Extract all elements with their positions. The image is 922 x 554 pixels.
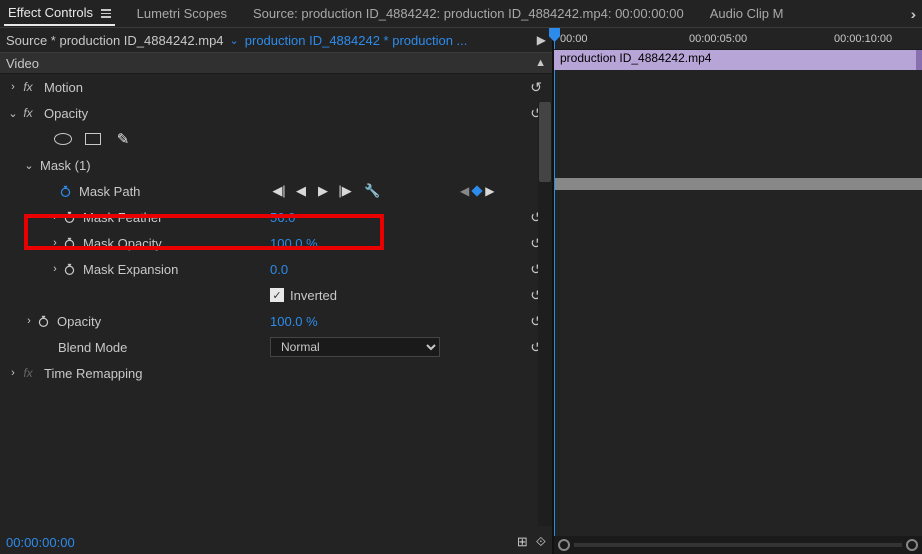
property-list: fx Motion ↺ fx Opacity ↺ ✎ Mask (1) xyxy=(0,74,552,554)
playhead-line xyxy=(554,70,555,536)
source-sequence-bar: Source * production ID_4884242.mp4 ⌄ pro… xyxy=(0,28,552,52)
source-label: Source * production ID_4884242.mp4 xyxy=(6,33,224,48)
property-label: Mask Feather xyxy=(83,210,162,225)
stopwatch-icon[interactable] xyxy=(58,184,73,199)
property-row-mask-expansion: Mask Expansion 0.0 ↺ xyxy=(0,256,552,282)
clip-name: production ID_4884242.mp4 xyxy=(560,51,711,65)
mask-label: Mask (1) xyxy=(40,158,91,173)
effect-row-opacity[interactable]: fx Opacity ↺ xyxy=(0,100,552,126)
zoom-fit-icon[interactable]: ⊞ xyxy=(517,534,528,550)
property-row-mask-feather: Mask Feather 56.0 ↺ xyxy=(0,204,552,230)
property-value[interactable]: 56.0 xyxy=(270,210,295,225)
property-label: Blend Mode xyxy=(58,340,127,355)
fx-badge-icon[interactable]: fx xyxy=(20,80,36,94)
fx-badge-icon[interactable]: fx xyxy=(20,366,36,380)
mask-group-row[interactable]: Mask (1) xyxy=(0,152,552,178)
effect-row-motion[interactable]: fx Motion ↺ xyxy=(0,74,552,100)
playhead[interactable] xyxy=(554,28,555,49)
effect-controls-panel: Source * production ID_4884242.mp4 ⌄ pro… xyxy=(0,28,552,554)
section-title: Video xyxy=(6,56,39,71)
twisty-icon[interactable] xyxy=(6,107,20,120)
ruler-mark: 00:00 xyxy=(560,33,588,45)
prev-kf-icon[interactable]: ◀ xyxy=(460,184,469,198)
reset-icon[interactable]: ↺ xyxy=(530,79,542,95)
keyframe-track[interactable] xyxy=(554,178,922,190)
twisty-icon[interactable] xyxy=(48,263,62,275)
panel-menu-icon[interactable] xyxy=(101,9,111,18)
horizontal-zoom-bar[interactable] xyxy=(554,536,922,554)
mask-path-transport: ◀| ◀ ▶ |▶ 🔧 xyxy=(270,183,380,199)
stopwatch-icon[interactable] xyxy=(62,236,77,251)
property-label: Mask Path xyxy=(79,184,140,199)
timecode-display[interactable]: 00:00:00:00 xyxy=(6,535,75,550)
inverted-checkbox[interactable]: ✓ xyxy=(270,288,284,302)
tab-audio-clip[interactable]: Audio Clip M xyxy=(706,2,788,25)
tab-source-clip[interactable]: Source: production ID_4884242: productio… xyxy=(249,2,688,25)
timeline-panel: 00:00 00:00:05:00 00:00:10:00 production… xyxy=(554,28,922,554)
twisty-icon[interactable] xyxy=(22,159,36,172)
scrollbar-thumb[interactable] xyxy=(539,102,551,182)
tab-lumetri-scopes[interactable]: Lumetri Scopes xyxy=(133,2,231,25)
sequence-label[interactable]: production ID_4884242 * production ... xyxy=(245,33,468,48)
collapse-up-icon[interactable]: ▲ xyxy=(535,57,546,69)
effect-label: Opacity xyxy=(44,106,88,121)
panel-tab-bar: Effect Controls Lumetri Scopes Source: p… xyxy=(0,0,922,28)
twisty-icon[interactable] xyxy=(48,237,62,249)
property-value[interactable]: 100.0 % xyxy=(270,314,318,329)
tab-effect-controls[interactable]: Effect Controls xyxy=(4,1,115,26)
property-value[interactable]: 100.0 % xyxy=(270,236,318,251)
bottom-status-bar: 00:00:00:00 ⊞ ⟐ xyxy=(0,530,552,554)
time-ruler[interactable]: 00:00 00:00:05:00 00:00:10:00 xyxy=(554,28,922,50)
property-label: Opacity xyxy=(57,314,101,329)
step-back-button[interactable]: ◀ xyxy=(292,184,310,198)
property-row-inverted: ✓ Inverted ↺ xyxy=(0,282,552,308)
property-value[interactable]: 0.0 xyxy=(270,262,288,277)
twisty-icon[interactable] xyxy=(6,81,20,93)
settings-icon[interactable]: ⟐ xyxy=(536,534,546,550)
vertical-scrollbar[interactable] xyxy=(538,102,552,526)
property-label: Mask Expansion xyxy=(83,262,178,277)
zoom-handle-left[interactable] xyxy=(558,539,570,551)
rectangle-mask-button[interactable] xyxy=(82,130,104,148)
play-button[interactable]: ▶ xyxy=(314,184,332,198)
play-icon[interactable]: ▶ xyxy=(537,33,546,47)
blend-mode-dropdown[interactable]: Normal xyxy=(270,337,440,357)
twisty-icon[interactable] xyxy=(22,315,36,327)
effect-label: Motion xyxy=(44,80,83,95)
twisty-icon[interactable] xyxy=(6,367,20,379)
ruler-mark: 00:00:05:00 xyxy=(689,33,747,45)
ruler-mark: 00:00:10:00 xyxy=(834,33,892,45)
property-row-opacity: Opacity 100.0 % ↺ xyxy=(0,308,552,334)
property-row-mask-path: Mask Path ◀| ◀ ▶ |▶ 🔧 ◀ ▶ xyxy=(0,178,552,204)
zoom-track[interactable] xyxy=(574,543,902,547)
mask-shape-row: ✎ xyxy=(0,126,552,152)
stopwatch-icon[interactable] xyxy=(62,262,77,277)
property-row-blend-mode: Blend Mode Normal ↺ xyxy=(0,334,552,360)
zoom-handle-right[interactable] xyxy=(906,539,918,551)
next-kf-icon[interactable]: ▶ xyxy=(485,184,494,198)
pen-mask-button[interactable]: ✎ xyxy=(112,130,134,148)
effect-row-time-remapping[interactable]: fx Time Remapping xyxy=(0,360,552,386)
main-area: Source * production ID_4884242.mp4 ⌄ pro… xyxy=(0,28,922,554)
inverted-label: Inverted xyxy=(290,288,337,303)
keyframe-diamond-icon[interactable] xyxy=(472,185,483,196)
prev-keyframe-button[interactable]: ◀| xyxy=(270,184,288,198)
keyframe-nav: ◀ ▶ xyxy=(460,184,494,198)
tab-label: Effect Controls xyxy=(8,5,93,20)
effect-label: Time Remapping xyxy=(44,366,143,381)
timeline-body[interactable] xyxy=(554,70,922,536)
wrench-icon[interactable]: 🔧 xyxy=(364,183,380,199)
twisty-icon[interactable] xyxy=(48,211,62,223)
overflow-tabs-icon[interactable]: ›› xyxy=(911,6,918,22)
property-label: Mask Opacity xyxy=(83,236,162,251)
video-section-header[interactable]: Video ▲ xyxy=(0,52,552,74)
property-row-mask-opacity: Mask Opacity 100.0 % ↺ xyxy=(0,230,552,256)
stopwatch-icon[interactable] xyxy=(36,314,51,329)
ellipse-mask-button[interactable] xyxy=(52,130,74,148)
next-keyframe-button[interactable]: |▶ xyxy=(336,184,354,198)
chevron-down-icon[interactable]: ⌄ xyxy=(230,34,239,47)
stopwatch-icon[interactable] xyxy=(62,210,77,225)
fx-badge-icon[interactable]: fx xyxy=(20,106,36,120)
clip-bar[interactable]: production ID_4884242.mp4 xyxy=(554,50,922,70)
